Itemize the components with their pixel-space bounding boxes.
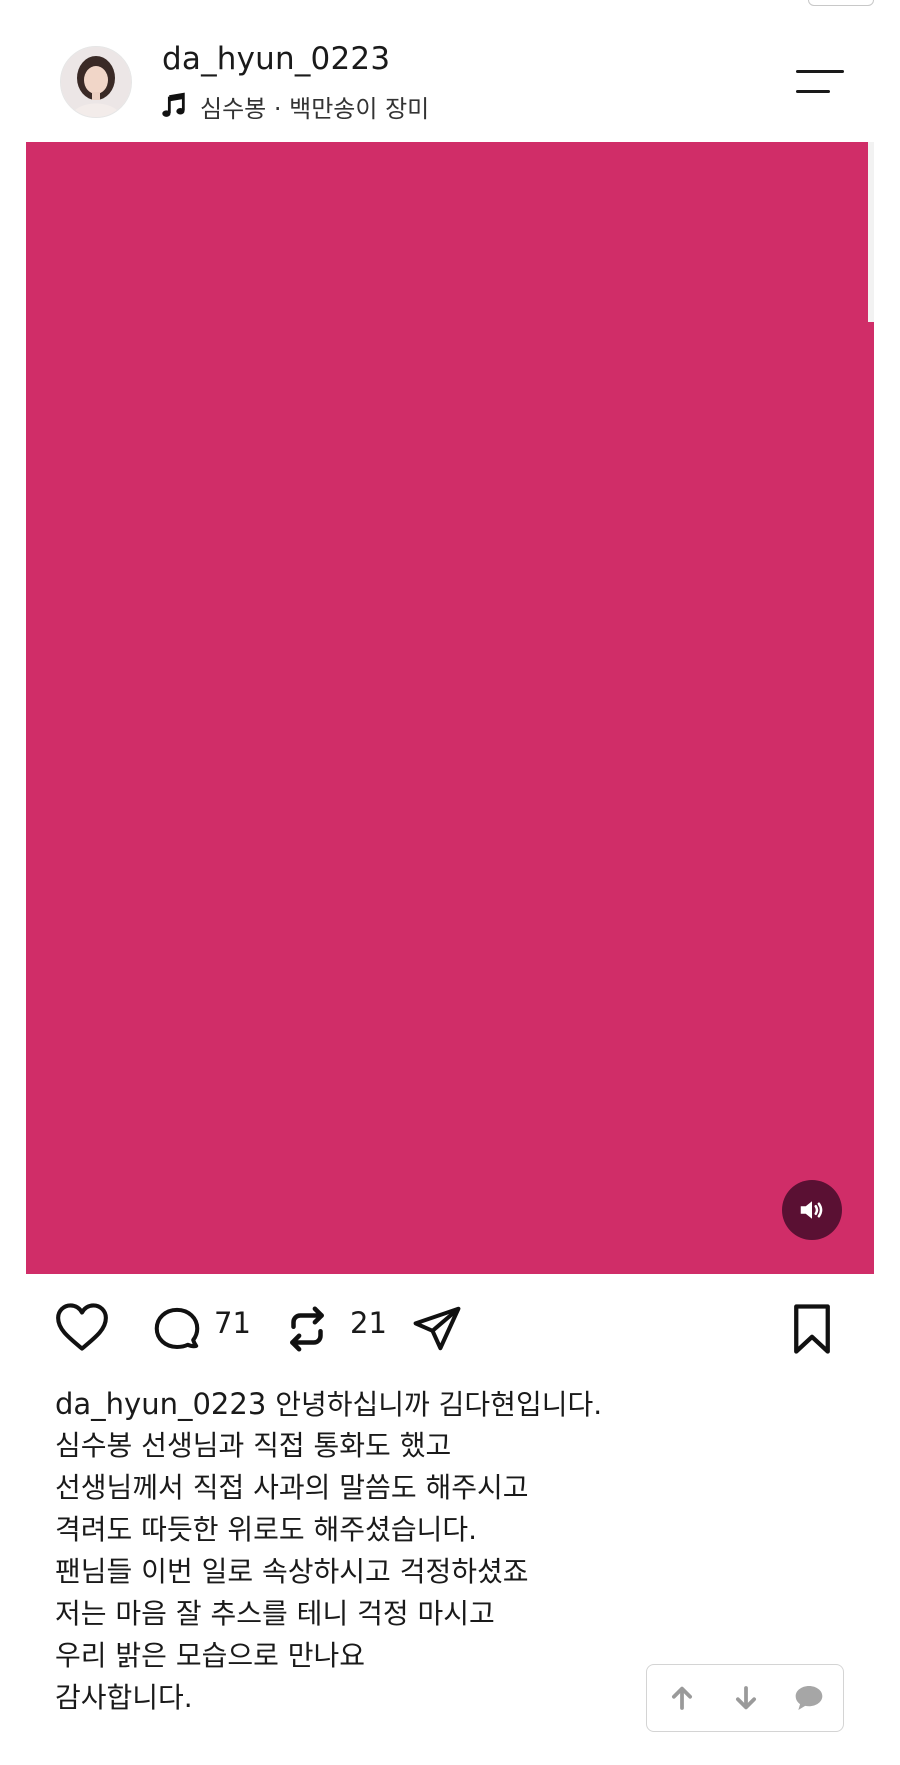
- sound-toggle-button[interactable]: [782, 1180, 842, 1240]
- caption-username[interactable]: da_hyun_0223: [55, 1387, 266, 1421]
- chat-bubble-icon[interactable]: [793, 1683, 825, 1713]
- comment-icon[interactable]: [150, 1302, 204, 1356]
- repost-icon[interactable]: [280, 1302, 334, 1356]
- caption-line: 심수봉 선생님과 직접 통화도 했고: [55, 1429, 452, 1462]
- avatar[interactable]: [60, 46, 132, 118]
- music-title: 심수봉 · 백만송이 장미: [200, 94, 430, 123]
- heart-icon[interactable]: [54, 1302, 110, 1352]
- caption-text: 안녕하십니까 김다현입니다.: [275, 1388, 603, 1421]
- avatar-image: [61, 47, 131, 117]
- music-info[interactable]: 심수봉 · 백만송이 장미: [160, 90, 430, 123]
- arrow-down-icon[interactable]: [731, 1683, 761, 1713]
- menu-icon[interactable]: [796, 66, 848, 100]
- caption-line: 격려도 따듯한 위로도 해주셨습니다.: [55, 1513, 478, 1546]
- reposts-count: 21: [350, 1306, 387, 1340]
- comments-count: 71: [214, 1306, 251, 1340]
- post-header: da_hyun_0223 심수봉 · 백만송이 장미: [0, 0, 900, 142]
- floating-navigation: [646, 1664, 844, 1732]
- send-icon[interactable]: [410, 1302, 464, 1356]
- caption-line: 저는 마음 잘 추스를 테니 걱정 마시고: [55, 1597, 495, 1630]
- post-media[interactable]: [26, 142, 874, 1274]
- post-actions: 71 21: [0, 1290, 900, 1362]
- media-scrollbar: [868, 142, 874, 322]
- bookmark-icon[interactable]: [788, 1302, 836, 1356]
- speaker-icon: [800, 1201, 823, 1219]
- post-username[interactable]: da_hyun_0223: [162, 41, 390, 77]
- arrow-up-icon[interactable]: [667, 1683, 697, 1713]
- caption-line: 선생님께서 직접 사과의 말씀도 해주시고: [55, 1471, 529, 1504]
- music-note-icon: [162, 92, 185, 117]
- caption-line: da_hyun_0223 안녕하십니까 김다현입니다.: [55, 1383, 855, 1425]
- caption-line: 팬님들 이번 일로 속상하시고 걱정하셨죠: [55, 1555, 529, 1588]
